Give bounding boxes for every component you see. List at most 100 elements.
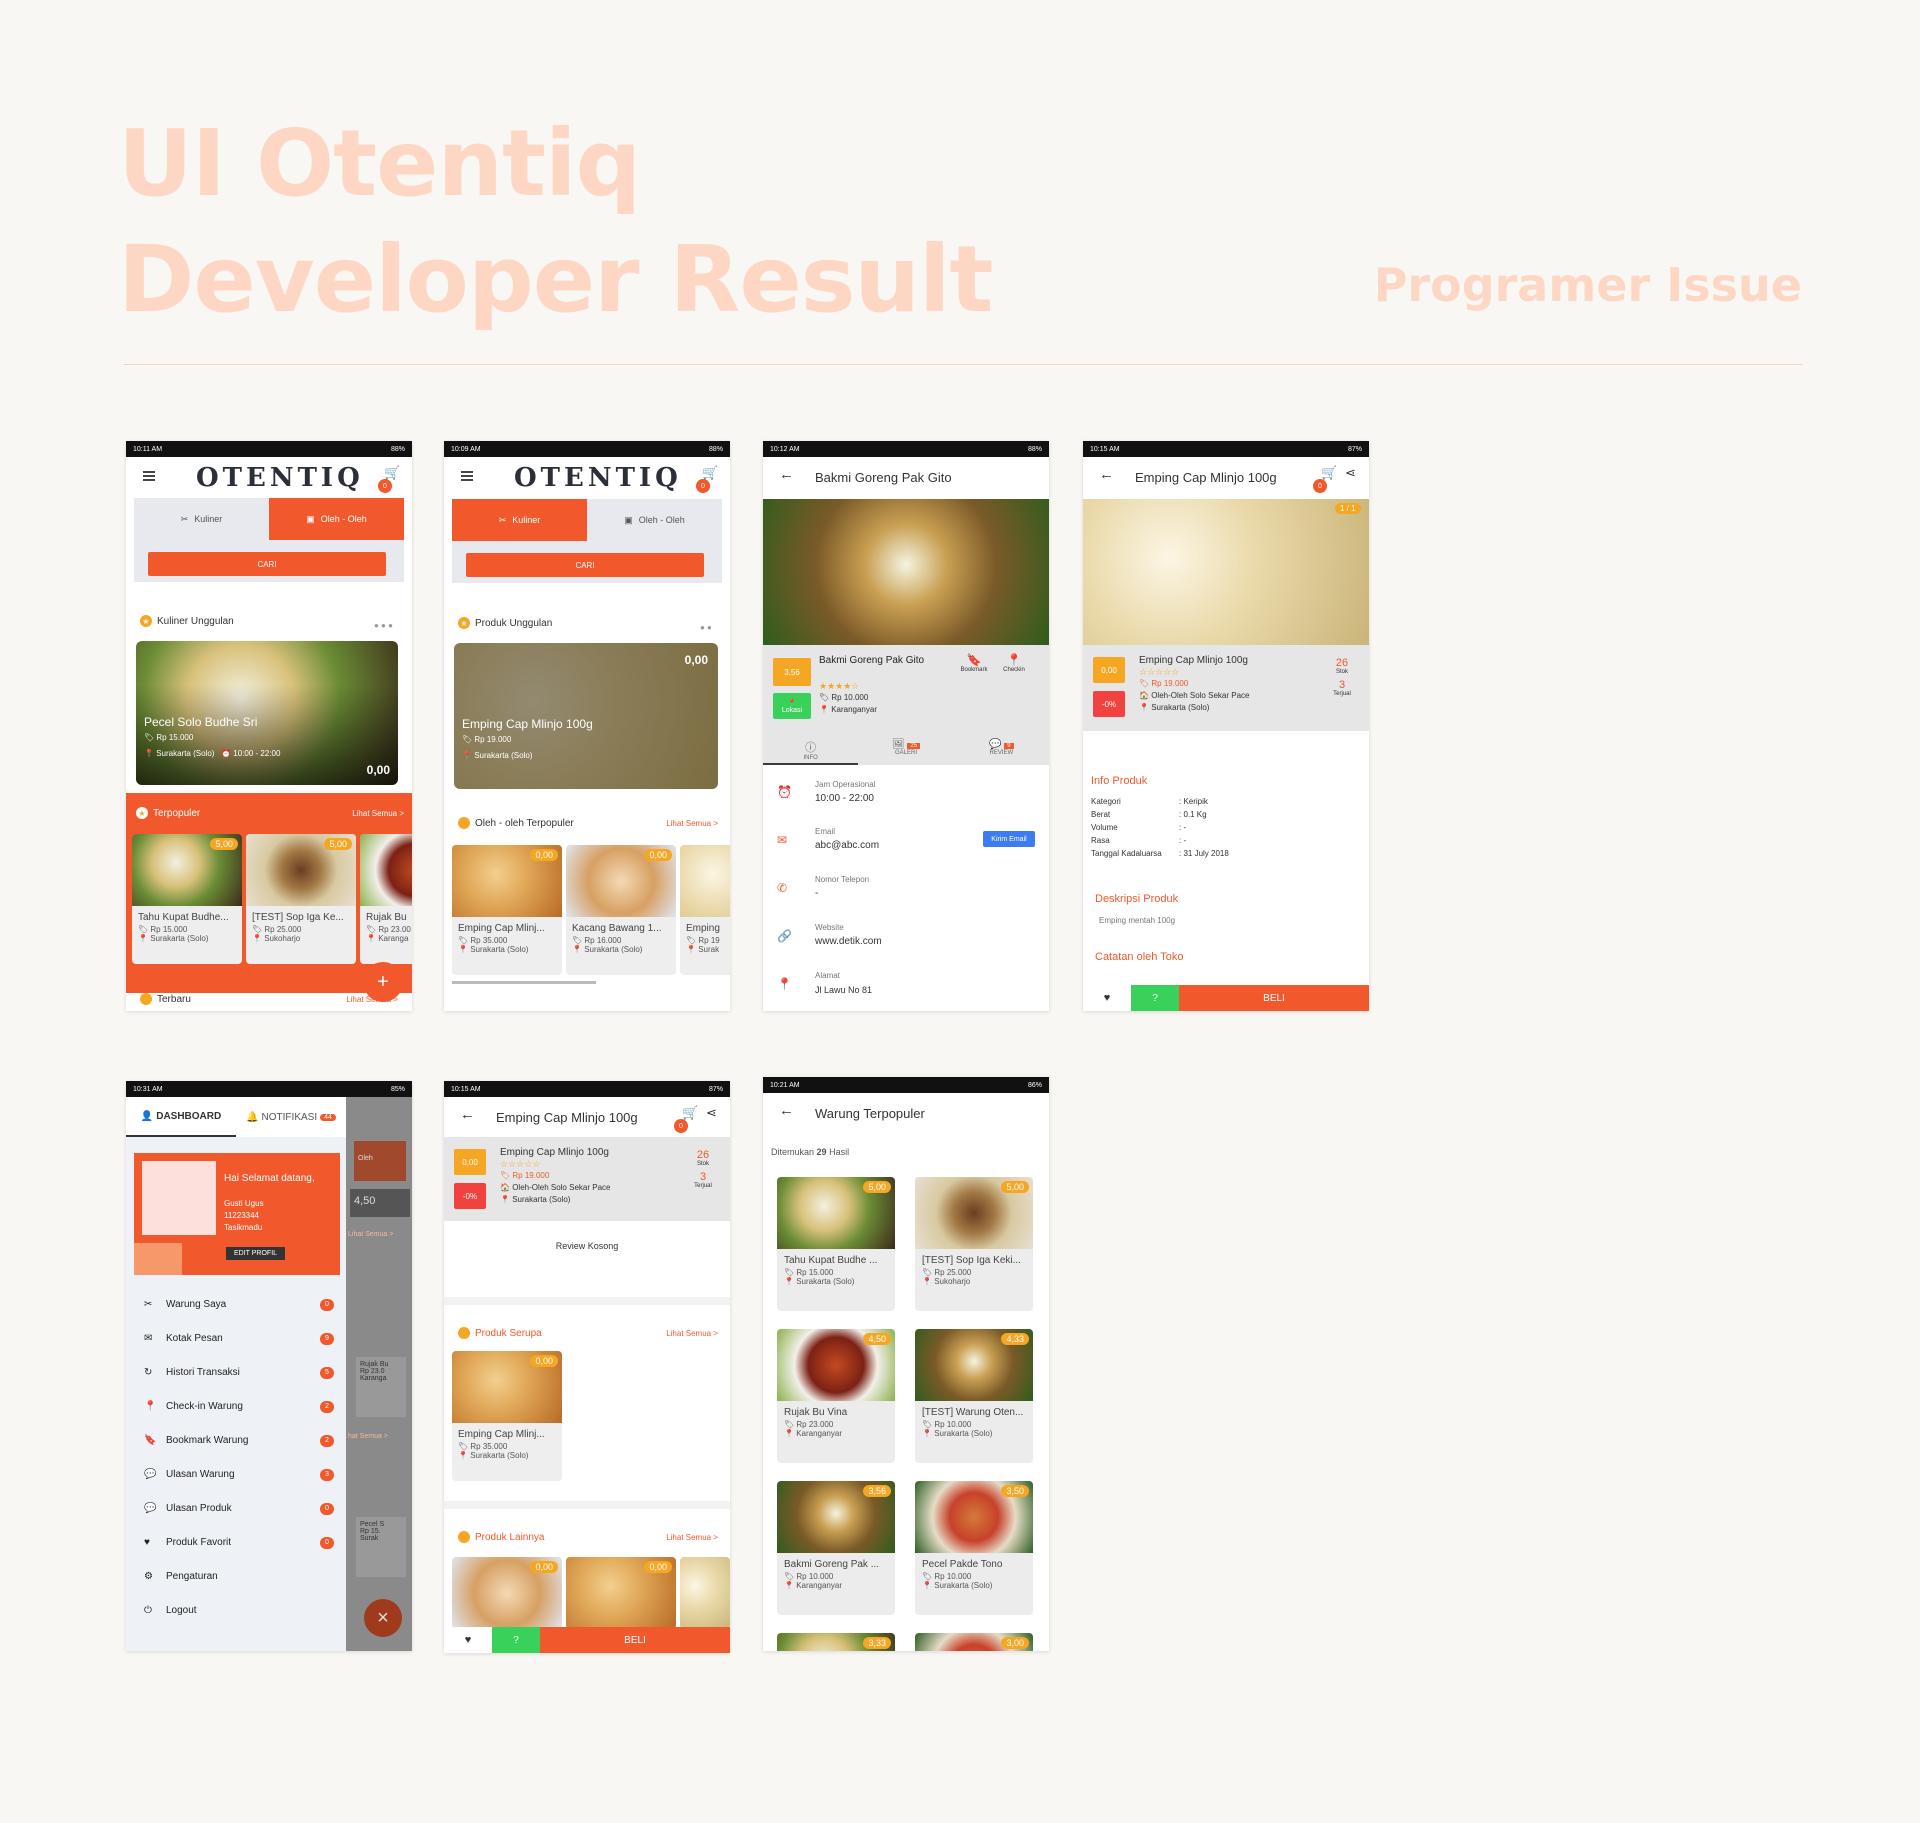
- list-item[interactable]: 0,00 Emping Cap Mlinj... 🏷 Rp 35.000 📍 Sura…: [452, 845, 562, 975]
- location-button[interactable]: 📍 Lokasi: [773, 693, 811, 719]
- tab-review[interactable]: 💬 9 REVIEW: [954, 735, 1049, 765]
- send-email-button[interactable]: Kirim Email: [983, 831, 1035, 847]
- search-button[interactable]: CARI: [148, 552, 386, 576]
- popular-heading: ★ Terpopuler: [136, 807, 200, 819]
- menu-item-produk-favorit[interactable]: ♥ Produk Favorit 0: [144, 1536, 334, 1549]
- share-icon[interactable]: ⋖: [706, 1105, 717, 1121]
- stock-value: 26: [1335, 657, 1349, 669]
- bg-card-price: Rp 23.0: [360, 1368, 385, 1375]
- list-item[interactable]: [680, 1557, 730, 1629]
- status-time: 10:12 AM: [770, 445, 800, 453]
- see-all-link[interactable]: Lihat Semua >: [666, 1329, 718, 1338]
- item-name: [TEST] Warung Oten...: [922, 1407, 1024, 1418]
- list-item[interactable]: 0,00 Kacang Bawang 1... 🏷 Rp 16.000 📍 Surak…: [566, 845, 676, 975]
- tab-kuliner[interactable]: ✂ Kuliner: [452, 499, 587, 541]
- rating-badge: 3,56: [863, 1485, 891, 1497]
- back-arrow-icon[interactable]: ←: [779, 1102, 794, 1119]
- scrollbar[interactable]: [452, 981, 596, 984]
- add-fab-button[interactable]: +: [363, 962, 403, 1002]
- cart-icon[interactable]: 🛒: [682, 1105, 698, 1121]
- banner-name: Pecel Solo Budhe Sri: [144, 715, 258, 729]
- status-battery: 85%: [390, 1085, 405, 1093]
- map-pin-icon: 📍: [787, 699, 797, 707]
- dimmed-background[interactable]: Oleh 4,50 Lihat Semua > Rujak Bu Rp 23.0 K…: [346, 1097, 412, 1651]
- featured-banner[interactable]: Pecel Solo Budhe Sri 🏷 Rp 15.000 📍 Surak…: [136, 641, 398, 785]
- list-item[interactable]: 5,00 Tahu Kupat Budhe... 🏷 Rp 15.000 📍 Sura…: [132, 834, 242, 964]
- bag-icon: ▣: [624, 514, 633, 525]
- item-location: 📍 Surakarta (Solo): [458, 945, 529, 954]
- list-item[interactable]: 3,50 Pecel Pakde Tono 🏷 Rp 10.000 📍 Surakar…: [915, 1481, 1033, 1615]
- item-location: 📍 Surakarta (Solo): [138, 934, 209, 943]
- banner-name: Emping Cap Mlinjo 100g: [462, 717, 593, 731]
- tab-oleh-label: Oleh - Oleh: [320, 514, 367, 524]
- search-button[interactable]: CARI: [466, 553, 704, 577]
- list-item[interactable]: 0,00: [566, 1557, 676, 1629]
- list-item[interactable]: 4,50 Rujak Bu Vina 🏷 Rp 23.000 📍 Karanganya…: [777, 1329, 895, 1463]
- menu-item-checkin[interactable]: 📍 Check-in Warung 2: [144, 1400, 334, 1413]
- banner-price: 🏷 Rp 19.000: [462, 735, 512, 744]
- website-value[interactable]: www.detik.com: [815, 936, 882, 947]
- help-button[interactable]: ?: [492, 1627, 540, 1653]
- tab-oleh-label: Oleh - Oleh: [638, 515, 685, 525]
- hamburger-menu-icon[interactable]: [143, 471, 155, 481]
- list-item[interactable]: 3,33: [777, 1633, 895, 1651]
- tab-galeri[interactable]: 🖼 25 GALERI: [858, 735, 953, 765]
- website-label: Website: [815, 923, 844, 932]
- menu-item-ulasan-warung[interactable]: 💬 Ulasan Warung 3: [144, 1468, 334, 1481]
- fork-knife-icon: ✂: [498, 514, 507, 525]
- list-item[interactable]: Emping 🏷 Rp 19 📍 Surak: [680, 845, 730, 975]
- checkin-button[interactable]: 📍 Checkin: [999, 653, 1029, 673]
- list-item[interactable]: 5,00 [TEST] Sop Iga Keki... 🏷 Rp 25.000 📍 S…: [915, 1177, 1033, 1311]
- product-name: Emping Cap Mlinjo 100g: [500, 1147, 609, 1158]
- notif-badge: 44: [320, 1113, 336, 1121]
- tab-dashboard[interactable]: 👤 DASHBOARD: [126, 1097, 236, 1137]
- featured-banner[interactable]: 0,00 Emping Cap Mlinjo 100g 🏷 Rp 19.000 …: [454, 643, 718, 789]
- info-row: Berat: 0.1 Kg: [1091, 810, 1207, 819]
- menu-item-kotak-pesan[interactable]: ✉ Kotak Pesan 9: [144, 1332, 334, 1345]
- see-all-link[interactable]: Lihat Semua >: [666, 1533, 718, 1542]
- see-all-link[interactable]: Lihat Semua >: [352, 809, 404, 818]
- back-arrow-icon[interactable]: ←: [460, 1106, 475, 1123]
- list-item[interactable]: 5,00 Tahu Kupat Budhe ... 🏷 Rp 15.000 📍 Sur…: [777, 1177, 895, 1311]
- list-item[interactable]: 0,00 Emping Cap Mlinj... 🏷 Rp 35.000 📍 Sura…: [452, 1351, 562, 1481]
- help-button[interactable]: ?: [1131, 985, 1179, 1011]
- tab-oleh-oleh[interactable]: ▣ Oleh - Oleh: [587, 499, 722, 541]
- info-row: Rasa: -: [1091, 836, 1187, 845]
- favorite-heart-icon[interactable]: ♥: [1083, 985, 1131, 1011]
- hamburger-menu-icon[interactable]: [461, 471, 473, 481]
- buy-button[interactable]: BELI: [1179, 985, 1369, 1011]
- tab-notifikasi[interactable]: 🔔 NOTIFIKASI 44: [236, 1097, 346, 1137]
- list-item[interactable]: 3,00: [915, 1633, 1033, 1651]
- menu-item-histori[interactable]: ↻ Histori Transaksi 5: [144, 1366, 334, 1379]
- menu-item-bookmark[interactable]: 🔖 Bookmark Warung 2: [144, 1434, 334, 1447]
- see-all-link[interactable]: Lihat Semua >: [666, 819, 718, 828]
- bookmark-icon: 🔖: [966, 653, 982, 667]
- tab-info[interactable]: ⓘ INFO: [763, 735, 859, 765]
- featured-heading: ★ Kuliner Unggulan: [140, 615, 234, 627]
- list-item[interactable]: 3,56 Bakmi Goreng Pak ... 🏷 Rp 10.000 📍 Kar…: [777, 1481, 895, 1615]
- navigation-drawer: 👤 DASHBOARD 🔔 NOTIFIKASI 44 Hai Selamat dat…: [126, 1097, 346, 1651]
- list-item[interactable]: 5,00 [TEST] Sop Iga Ke... 🏷 Rp 25.000 📍 Suk…: [246, 834, 356, 964]
- back-arrow-icon[interactable]: ←: [1099, 466, 1114, 483]
- menu-item-pengaturan[interactable]: ⚙ Pengaturan: [144, 1571, 324, 1582]
- close-fab-button[interactable]: ×: [364, 1599, 402, 1637]
- edit-profile-button[interactable]: EDIT PROFIL: [226, 1247, 286, 1260]
- menu-item-warung-saya[interactable]: ✂ Warung Saya 0: [144, 1298, 334, 1311]
- tab-kuliner[interactable]: ✂ Kuliner: [134, 498, 269, 540]
- list-item[interactable]: 4,33 [TEST] Warung Oten... 🏷 Rp 10.000 📍 Su…: [915, 1329, 1033, 1463]
- menu-item-ulasan-produk[interactable]: 💬 Ulasan Produk 0: [144, 1502, 334, 1515]
- latest-title: Terbaru: [157, 993, 191, 1005]
- share-icon[interactable]: ⋖: [1345, 465, 1356, 481]
- list-item[interactable]: 0,00: [452, 1557, 562, 1629]
- cart-icon[interactable]: 🛒: [1321, 465, 1337, 481]
- item-location: 📍 Surakarta (Solo): [572, 945, 643, 954]
- buy-button[interactable]: BELI: [540, 1627, 730, 1653]
- menu-item-logout[interactable]: ⏻ Logout: [144, 1605, 324, 1616]
- list-item[interactable]: Rujak Bu 🏷 Rp 23.00 📍 Karanga: [360, 834, 412, 964]
- buy-bar: ♥? BELI: [444, 1627, 730, 1653]
- back-arrow-icon[interactable]: ←: [779, 466, 794, 483]
- bg-card-price: Rp 15.: [360, 1528, 381, 1535]
- bookmark-button[interactable]: 🔖 Bookmark: [959, 653, 989, 673]
- tab-oleh-oleh[interactable]: ▣ Oleh - Oleh: [269, 498, 404, 540]
- favorite-heart-icon[interactable]: ♥: [444, 1627, 492, 1653]
